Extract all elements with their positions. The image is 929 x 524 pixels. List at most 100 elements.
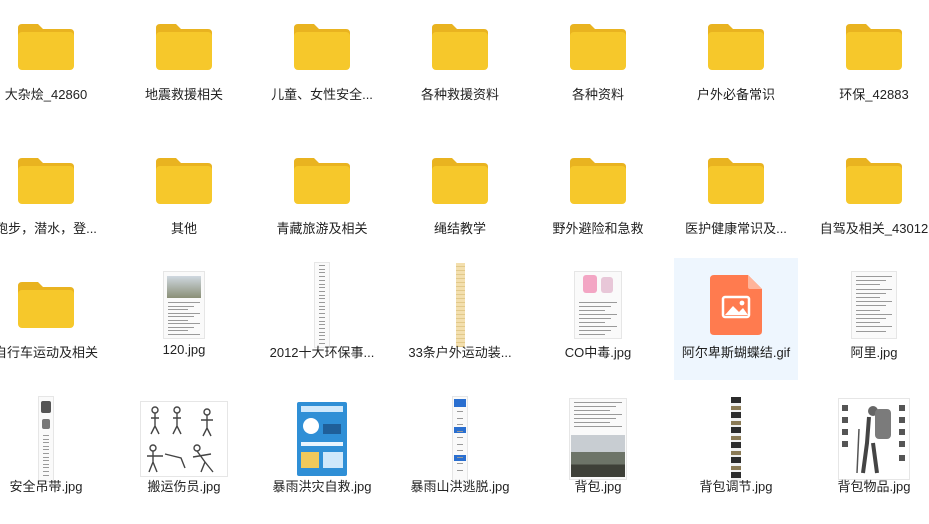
folder-icon [846,24,902,70]
item-label: 自行车运动及相关 [0,345,98,360]
item-label: 背包调节.jpg [699,479,773,494]
file-item[interactable]: 2012十大环保事... [260,258,384,380]
item-label: 绳结教学 [433,221,486,236]
folder-item[interactable]: 医护健康常识及... [674,134,798,256]
item-label: 搬运伤员.jpg [147,479,221,494]
item-thumbnail [812,398,929,480]
item-thumbnail [812,268,929,342]
item-thumbnail [0,268,108,342]
item-thumbnail [398,10,522,84]
item-label: 各种救援资料 [420,87,499,102]
item-label: 环保_42883 [839,87,909,102]
file-item[interactable]: 33条户外运动装... [398,258,522,380]
item-thumbnail [398,263,522,347]
image-thumbnail [851,271,897,339]
item-thumbnail [674,268,798,342]
folder-icon [294,24,350,70]
item-thumbnail [260,144,384,218]
item-thumbnail [122,144,246,218]
folder-item[interactable]: 青藏旅游及相关 [260,134,384,256]
file-item[interactable]: 背包.jpg [536,392,660,514]
folder-icon [18,158,74,204]
item-thumbnail [536,398,660,480]
folder-item[interactable]: 绳结教学 [398,134,522,256]
item-label: 安全吊带.jpg [9,479,83,494]
image-thumbnail [574,271,622,339]
file-item[interactable]: 安全吊带.jpg [0,392,108,514]
file-item[interactable]: 暴雨洪灾自救.jpg [260,392,384,514]
image-thumbnail [163,271,205,339]
folder-item[interactable]: 跑步，潜水，登... [0,134,108,256]
image-thumbnail [140,401,228,477]
image-thumbnail [569,398,627,480]
folder-item[interactable]: 儿童、女性安全... [260,0,384,122]
file-item[interactable]: 搬运伤员.jpg [122,392,246,514]
file-item[interactable]: 背包物品.jpg [812,392,929,514]
file-item[interactable]: CO中毒.jpg [536,258,660,380]
folder-icon [570,158,626,204]
folder-icon [432,24,488,70]
folder-item[interactable]: 各种救援资料 [398,0,522,122]
folder-icon [18,282,74,328]
item-thumbnail [812,10,929,84]
item-thumbnail [812,144,929,218]
item-label: 野外避险和急救 [552,221,644,236]
item-thumbnail [398,144,522,218]
folder-item[interactable]: 地震救援相关 [122,0,246,122]
folder-item[interactable]: 野外避险和急救 [536,134,660,256]
folder-item[interactable]: 自驾及相关_43012 [812,134,929,256]
item-thumbnail [536,10,660,84]
folder-item[interactable]: 其他 [122,134,246,256]
file-item[interactable]: 阿尔卑斯蝴蝶结.gif [674,258,798,380]
item-thumbnail [0,144,108,218]
folder-icon [156,24,212,70]
item-label: 大杂烩_42860 [4,87,88,102]
item-thumbnail [674,144,798,218]
item-label: 阿里.jpg [850,345,898,360]
image-thumbnail [731,397,741,481]
folder-icon [708,24,764,70]
item-label: CO中毒.jpg [564,345,632,360]
item-label: 自驾及相关_43012 [819,221,929,236]
item-label: 2012十大环保事... [269,345,375,360]
item-thumbnail [674,10,798,84]
item-thumbnail [260,402,384,476]
item-label: 各种资料 [571,87,624,102]
item-thumbnail [122,268,246,342]
image-thumbnail [38,396,54,482]
item-thumbnail [674,397,798,481]
folder-icon [294,158,350,204]
image-thumbnail [838,398,910,480]
item-label: 跑步，潜水，登... [0,221,97,236]
file-grid: 大杂烩_42860 地震救援相关 儿童、女性安全... 各种救援资料 各种资料 … [0,0,929,524]
file-item[interactable]: 阿里.jpg [812,258,929,380]
folder-item[interactable]: 自行车运动及相关 [0,258,108,380]
folder-item[interactable]: 户外必备常识 [674,0,798,122]
item-thumbnail [536,268,660,342]
item-label: 背包物品.jpg [837,479,911,494]
item-thumbnail [260,10,384,84]
folder-item[interactable]: 大杂烩_42860 [0,0,108,122]
folder-icon [570,24,626,70]
item-label: 暴雨山洪逃脱.jpg [410,479,510,494]
item-label: 青藏旅游及相关 [276,221,368,236]
folder-item[interactable]: 环保_42883 [812,0,929,122]
gif-file-icon [710,275,762,335]
image-thumbnail [455,263,465,347]
folder-icon [18,24,74,70]
item-thumbnail [260,262,384,348]
folder-icon [846,158,902,204]
image-thumbnail [452,396,468,482]
folder-item[interactable]: 各种资料 [536,0,660,122]
file-item[interactable]: 暴雨山洪逃脱.jpg [398,392,522,514]
item-label: 地震救援相关 [144,87,223,102]
item-label: 户外必备常识 [696,87,775,102]
image-thumbnail [314,262,330,348]
item-label: 其他 [170,221,197,236]
folder-icon [708,158,764,204]
item-thumbnail [122,401,246,477]
item-thumbnail [398,396,522,482]
file-item[interactable]: 120.jpg [122,258,246,380]
file-item[interactable]: 背包调节.jpg [674,392,798,514]
item-thumbnail [0,396,108,482]
